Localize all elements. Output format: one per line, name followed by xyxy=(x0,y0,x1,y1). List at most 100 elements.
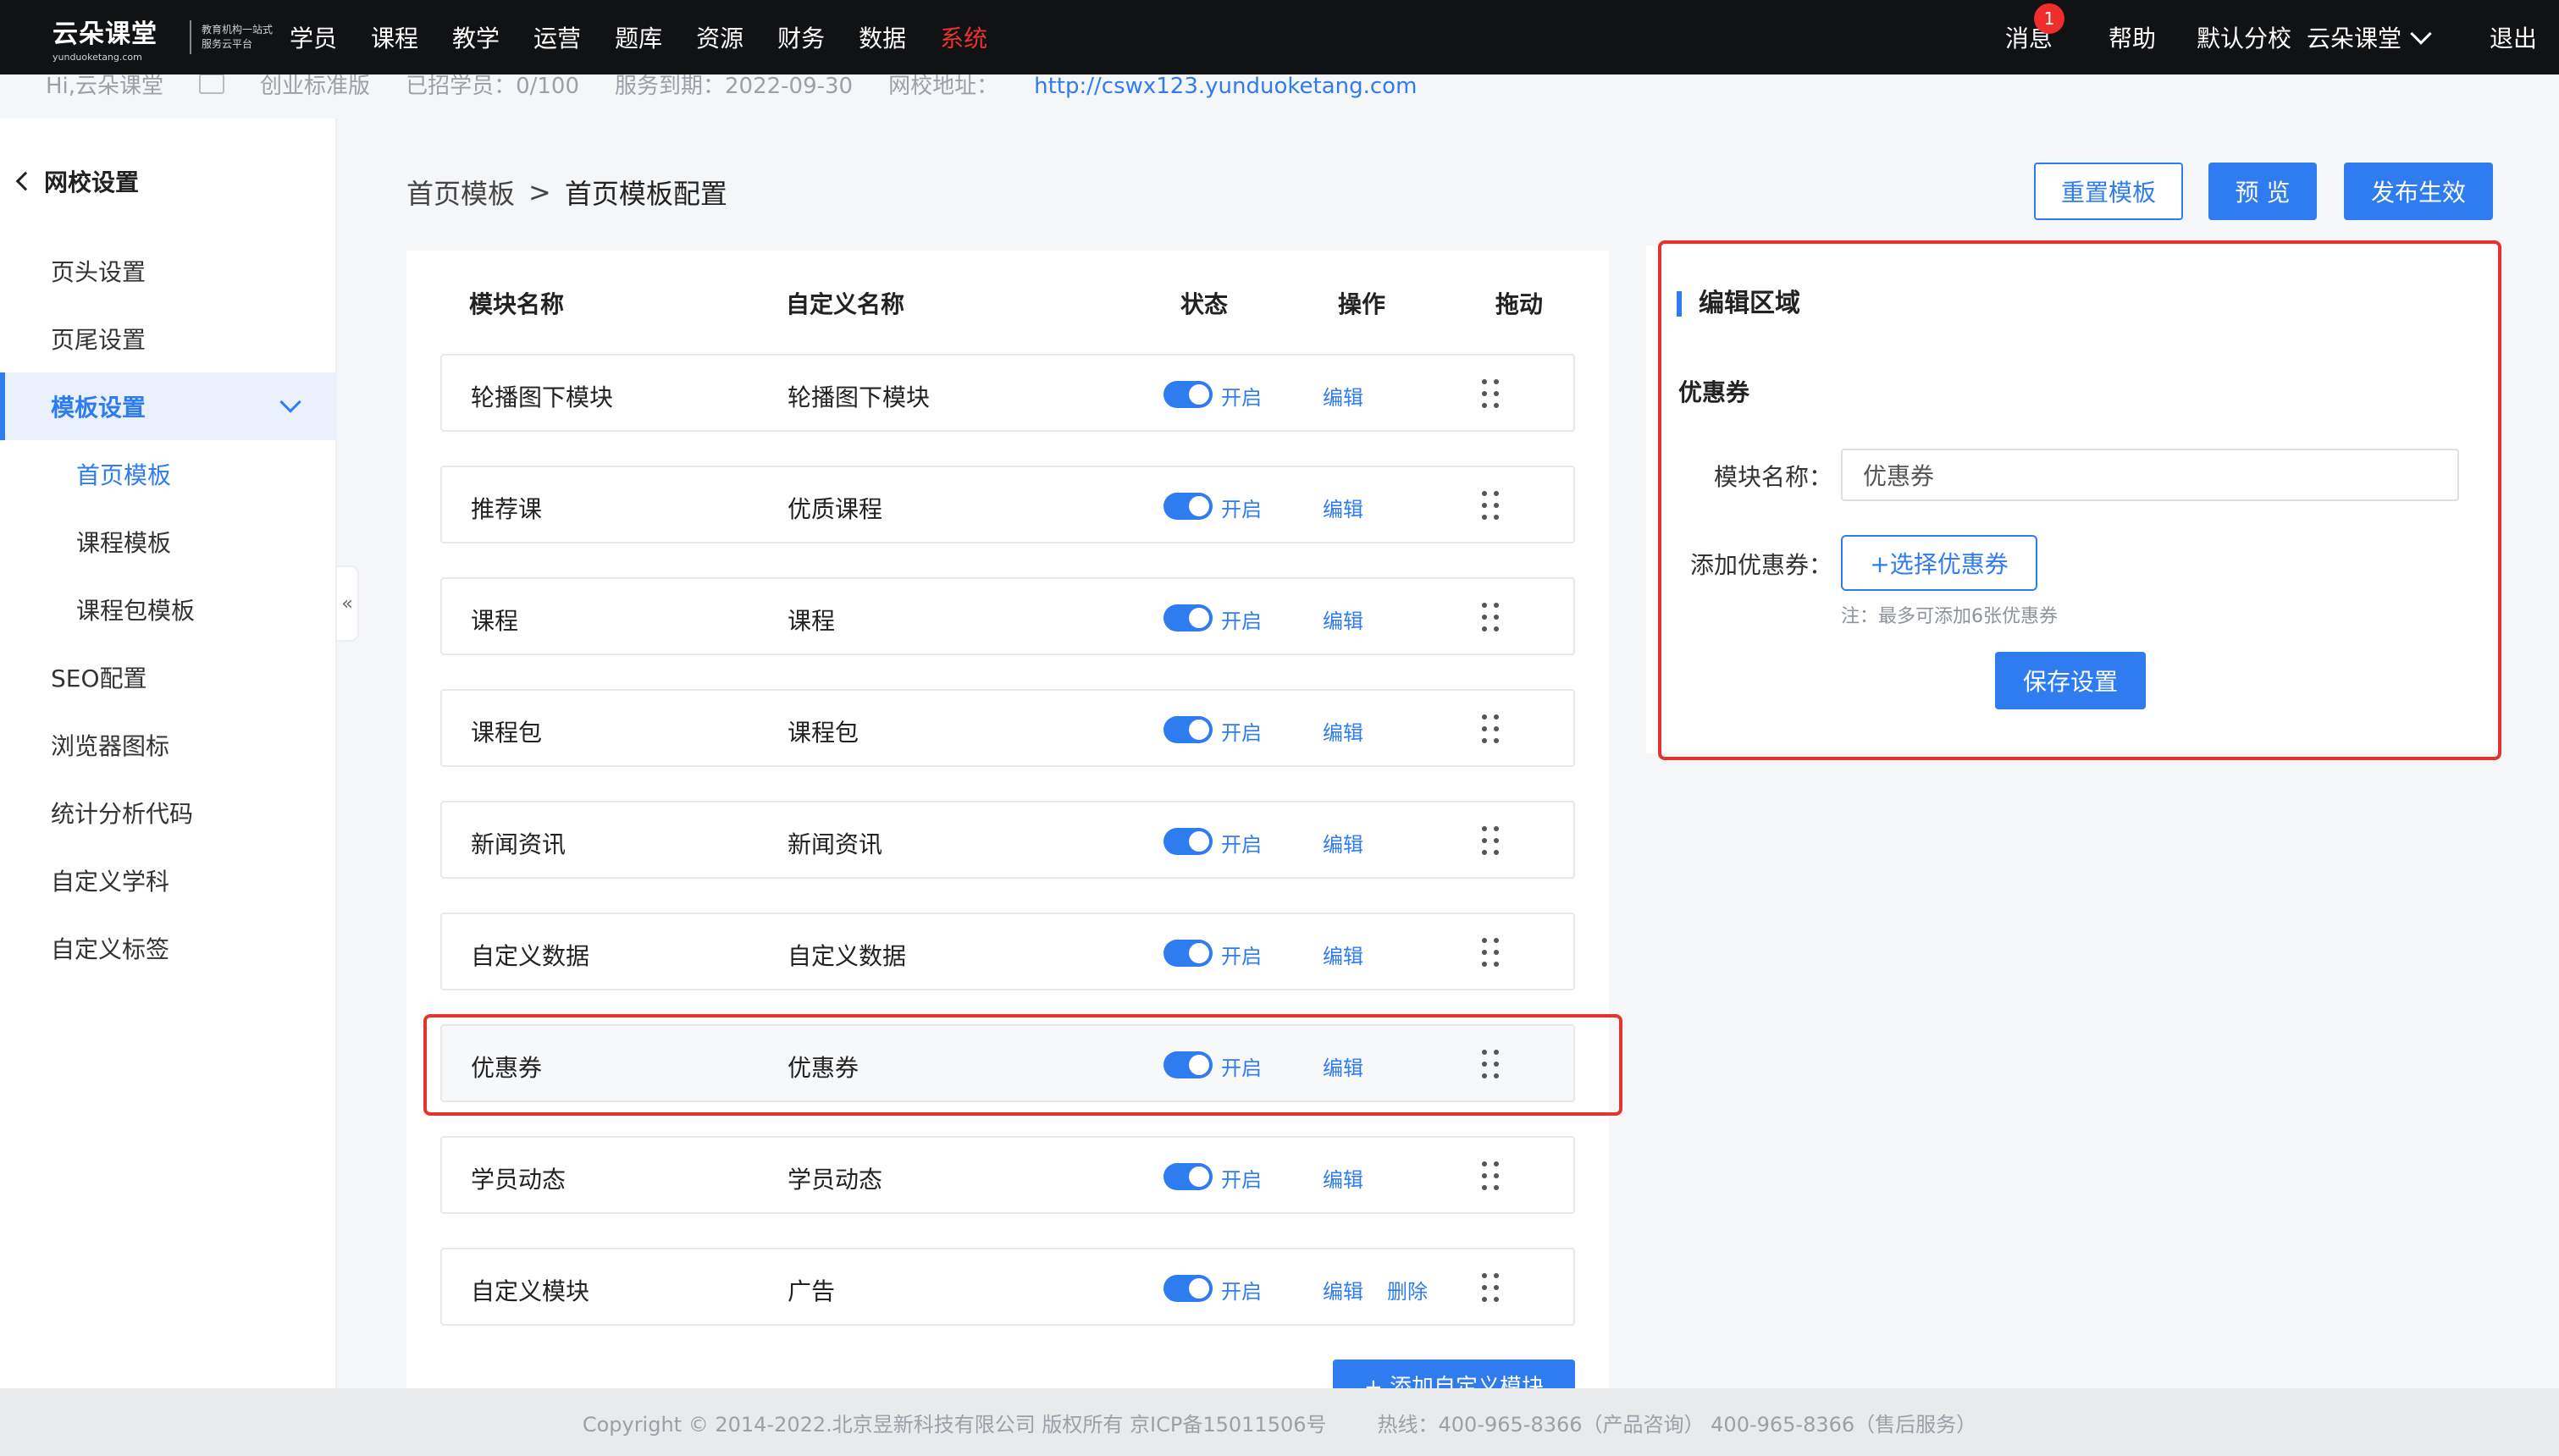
delete-link[interactable]: 删除 xyxy=(1387,1275,1428,1304)
drag-dot xyxy=(1494,1173,1499,1178)
table-row[interactable]: 课程 课程 开启 编辑 xyxy=(440,577,1575,655)
edit-panel: 编辑区域 优惠券 模块名称： 添加优惠券： +选择优惠券 注：最多可添加6张优惠… xyxy=(1646,245,2501,753)
drag-dot xyxy=(1482,1062,1487,1067)
sidebar-item-header-settings[interactable]: 页头设置 xyxy=(0,237,337,305)
nav-item-finance[interactable]: 财务 xyxy=(777,20,825,54)
status-toggle[interactable] xyxy=(1163,1051,1213,1078)
status-toggle[interactable] xyxy=(1163,604,1213,631)
drag-dot xyxy=(1494,391,1499,396)
drag-handle-icon[interactable] xyxy=(1482,603,1501,633)
module-table: 模块名称 自定义名称 状态 操作 拖动 轮播图下模块 轮播图下模块 开启 编辑 推荐课优… xyxy=(406,251,1609,1393)
drag-dot xyxy=(1494,1073,1499,1078)
status-toggle[interactable] xyxy=(1163,716,1213,743)
back-to-school-settings[interactable]: 网校设置 xyxy=(15,164,139,198)
sidebar-item-package-template[interactable]: 课程包模板 xyxy=(0,576,337,643)
sidebar-item-home-template[interactable]: 首页模板 xyxy=(0,440,337,508)
chevron-left-icon xyxy=(15,171,36,191)
table-row[interactable]: 学员动态 学员动态 开启 编辑 xyxy=(440,1136,1575,1214)
sidebar-item-custom-tags[interactable]: 自定义标签 xyxy=(0,914,337,982)
drag-handle-icon[interactable] xyxy=(1482,1273,1501,1304)
drag-handle-icon[interactable] xyxy=(1482,491,1501,521)
table-row[interactable]: 自定义数据 自定义数据 开启 编辑 xyxy=(440,913,1575,990)
table-row[interactable]: 新闻资讯 新闻资讯 开启 编辑 xyxy=(440,801,1575,879)
nav-item-courses[interactable]: 课程 xyxy=(371,20,418,54)
drag-handle-icon[interactable] xyxy=(1482,714,1501,745)
sidebar-item-seo[interactable]: SEO配置 xyxy=(0,643,337,711)
table-row[interactable]: 轮播图下模块 轮播图下模块 开启 编辑 xyxy=(440,354,1575,432)
edit-panel-section: 优惠券 xyxy=(1678,378,1750,406)
publish-button[interactable]: 发布生效 xyxy=(2344,163,2493,220)
table-row[interactable]: 课程包 课程包 开启 编辑 xyxy=(440,689,1575,767)
logo[interactable]: 云朵课堂 yunduoketang.com 教育机构一站式服务云平台 xyxy=(53,10,278,64)
edit-link[interactable]: 编辑 xyxy=(1323,1275,1363,1304)
sidebar-item-analytics-code[interactable]: 统计分析代码 xyxy=(0,779,337,847)
drag-handle-icon[interactable] xyxy=(1482,938,1501,968)
reset-template-button[interactable]: 重置模板 xyxy=(2034,163,2183,220)
sidebar-item-custom-subjects[interactable]: 自定义学科 xyxy=(0,847,337,914)
nav-item-resources[interactable]: 资源 xyxy=(696,20,743,54)
preview-button[interactable]: 预 览 xyxy=(2208,163,2317,220)
add-coupon-label: 添加优惠券： xyxy=(1689,551,1832,579)
status-toggle[interactable] xyxy=(1163,828,1213,855)
table-row[interactable]: 自定义模块 广告 开启 编辑 删除 xyxy=(440,1248,1575,1326)
drag-handle-icon[interactable] xyxy=(1482,826,1501,857)
collapse-sidebar-button[interactable]: « xyxy=(337,565,359,642)
status-toggle[interactable] xyxy=(1163,1275,1213,1302)
drag-dot xyxy=(1494,1062,1499,1067)
logout-link[interactable]: 退出 xyxy=(2490,20,2537,54)
edit-link[interactable]: 编辑 xyxy=(1323,828,1363,858)
status-toggle[interactable] xyxy=(1163,381,1213,408)
drag-dot xyxy=(1494,938,1499,943)
nav-item-operations[interactable]: 运营 xyxy=(533,20,581,54)
module-name-cell: 新闻资讯 xyxy=(471,830,567,858)
module-name-cell: 课程包 xyxy=(471,719,543,747)
nav-item-system[interactable]: 系统 xyxy=(940,20,987,54)
edit-link[interactable]: 编辑 xyxy=(1323,940,1363,969)
breadcrumb-parent[interactable]: 首页模板 xyxy=(406,173,515,212)
edit-link[interactable]: 编辑 xyxy=(1323,604,1363,634)
chevron-down-icon xyxy=(2410,23,2432,45)
nav-item-data[interactable]: 数据 xyxy=(859,20,906,54)
drag-handle-icon[interactable] xyxy=(1482,1050,1501,1080)
edit-link[interactable]: 编辑 xyxy=(1323,1051,1363,1081)
nav-item-students[interactable]: 学员 xyxy=(290,20,337,54)
drag-handle-icon[interactable] xyxy=(1482,1161,1501,1192)
branch-switcher[interactable]: 默认分校 xyxy=(2197,20,2291,54)
module-name-cell: 自定义数据 xyxy=(471,942,590,970)
school-dropdown[interactable]: 云朵课堂 xyxy=(2307,20,2432,54)
status-toggle[interactable] xyxy=(1163,940,1213,967)
custom-name-cell: 自定义数据 xyxy=(788,942,907,970)
status-toggle[interactable] xyxy=(1163,1163,1213,1190)
nav-item-teaching[interactable]: 教学 xyxy=(452,20,500,54)
save-settings-button[interactable]: 保存设置 xyxy=(1995,652,2146,709)
status-toggle[interactable] xyxy=(1163,493,1213,520)
edit-link[interactable]: 编辑 xyxy=(1323,493,1363,522)
module-name-input[interactable] xyxy=(1841,449,2459,501)
edit-link[interactable]: 编辑 xyxy=(1323,1163,1363,1193)
nav-item-question-bank[interactable]: 题库 xyxy=(615,20,662,54)
messages-link[interactable]: 消息 1 xyxy=(2005,3,2064,54)
drag-dot xyxy=(1482,1285,1487,1290)
drag-dot xyxy=(1482,1173,1487,1178)
site-url-link[interactable]: http://cswx123.yunduoketang.com xyxy=(1034,74,1417,99)
profile-card-icon[interactable] xyxy=(199,74,225,94)
edit-link[interactable]: 编辑 xyxy=(1323,381,1363,411)
sidebar-item-template-settings[interactable]: 模板设置 xyxy=(0,372,337,440)
sidebar-item-course-template[interactable]: 课程模板 xyxy=(0,508,337,576)
drag-handle-icon[interactable] xyxy=(1482,379,1501,410)
help-link[interactable]: 帮助 xyxy=(2109,20,2156,54)
table-row[interactable]: 优惠券 优惠券 开启 编辑 xyxy=(440,1024,1575,1102)
sidebar-item-favicon[interactable]: 浏览器图标 xyxy=(0,711,337,779)
drag-dot xyxy=(1482,503,1487,508)
drag-dot xyxy=(1482,1073,1487,1078)
drag-dot xyxy=(1494,850,1499,855)
status-label: 开启 xyxy=(1221,721,1262,745)
custom-name-cell: 课程包 xyxy=(788,719,859,747)
edit-link[interactable]: 编辑 xyxy=(1323,716,1363,746)
drag-dot xyxy=(1482,714,1487,720)
table-row[interactable]: 推荐课 优质课程 开启 编辑 xyxy=(440,466,1575,543)
select-coupon-button[interactable]: +选择优惠券 xyxy=(1841,535,2037,591)
drag-dot xyxy=(1494,603,1499,608)
site-address-label: 网校地址： xyxy=(888,73,999,99)
sidebar-item-footer-settings[interactable]: 页尾设置 xyxy=(0,305,337,372)
